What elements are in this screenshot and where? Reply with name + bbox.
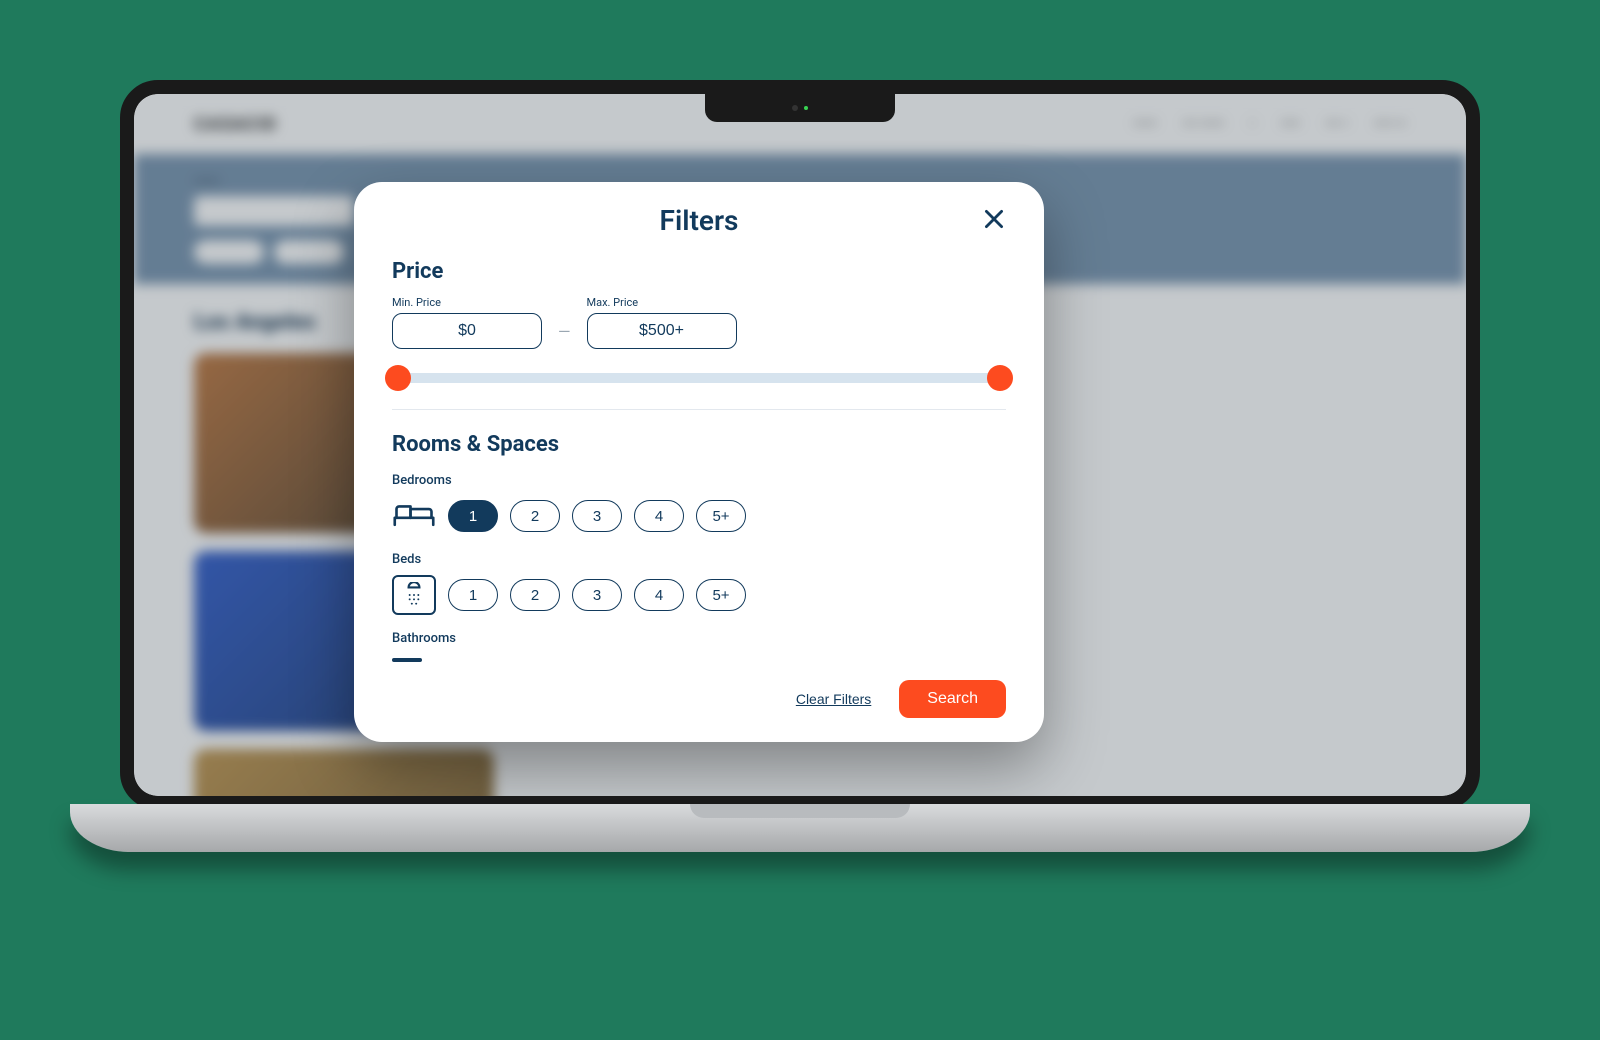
beds-row: 1234 5+ [392, 575, 1006, 615]
close-icon [981, 206, 1007, 235]
pill-option[interactable]: 4 [634, 579, 684, 611]
modal-title: Filters [392, 204, 1006, 237]
price-range-slider[interactable] [398, 373, 1000, 383]
pill-option[interactable]: 5+ [696, 579, 746, 611]
bedrooms-pills: 1234 5+ [448, 500, 746, 532]
camera-dot [792, 105, 798, 111]
beds-pills: 1234 5+ [448, 579, 746, 611]
pill-option[interactable]: 1 [448, 500, 498, 532]
max-price-label: Max. Price [587, 296, 737, 309]
divider [392, 409, 1006, 410]
laptop-frame: CASACID •••••••• ••••••••••••• ••••• •• … [120, 80, 1480, 880]
pill-option[interactable]: 3 [572, 500, 622, 532]
laptop-base [70, 804, 1530, 852]
search-button[interactable]: Search [899, 680, 1006, 718]
beds-label: Beds [392, 552, 1006, 567]
bedrooms-label: Bedrooms [392, 473, 1006, 488]
screen-content: CASACID •••••••• ••••••••••••• ••••• •• … [134, 94, 1466, 796]
pill-option[interactable]: 1 [448, 579, 498, 611]
range-handle-min[interactable] [385, 365, 411, 391]
filters-modal: Filters Price Min. Price — [354, 182, 1044, 742]
price-section-title: Price [392, 259, 1006, 284]
pill-option[interactable]: 5+ [696, 500, 746, 532]
camera-led [804, 106, 808, 110]
laptop-screen: CASACID •••••••• ••••••••••••• ••••• •• … [120, 80, 1480, 810]
bathrooms-label: Bathrooms [392, 631, 1006, 646]
pill-option[interactable]: 4 [634, 500, 684, 532]
bedrooms-row: 1234 5+ [392, 496, 1006, 536]
min-price-label: Min. Price [392, 296, 542, 309]
bathrooms-cutoff [392, 658, 422, 662]
bed-icon [392, 496, 436, 536]
pill-option[interactable]: 2 [510, 579, 560, 611]
pill-option[interactable]: 3 [572, 579, 622, 611]
pill-option[interactable]: 2 [510, 500, 560, 532]
price-dash: — [558, 313, 571, 349]
close-button[interactable] [976, 202, 1012, 238]
max-price-input[interactable] [587, 313, 737, 349]
range-handle-max[interactable] [987, 365, 1013, 391]
rooms-section-title: Rooms & Spaces [392, 432, 1006, 457]
clear-filters-link[interactable]: Clear Filters [796, 691, 871, 707]
min-price-input[interactable] [392, 313, 542, 349]
notch [705, 94, 895, 122]
shower-icon [392, 575, 436, 615]
